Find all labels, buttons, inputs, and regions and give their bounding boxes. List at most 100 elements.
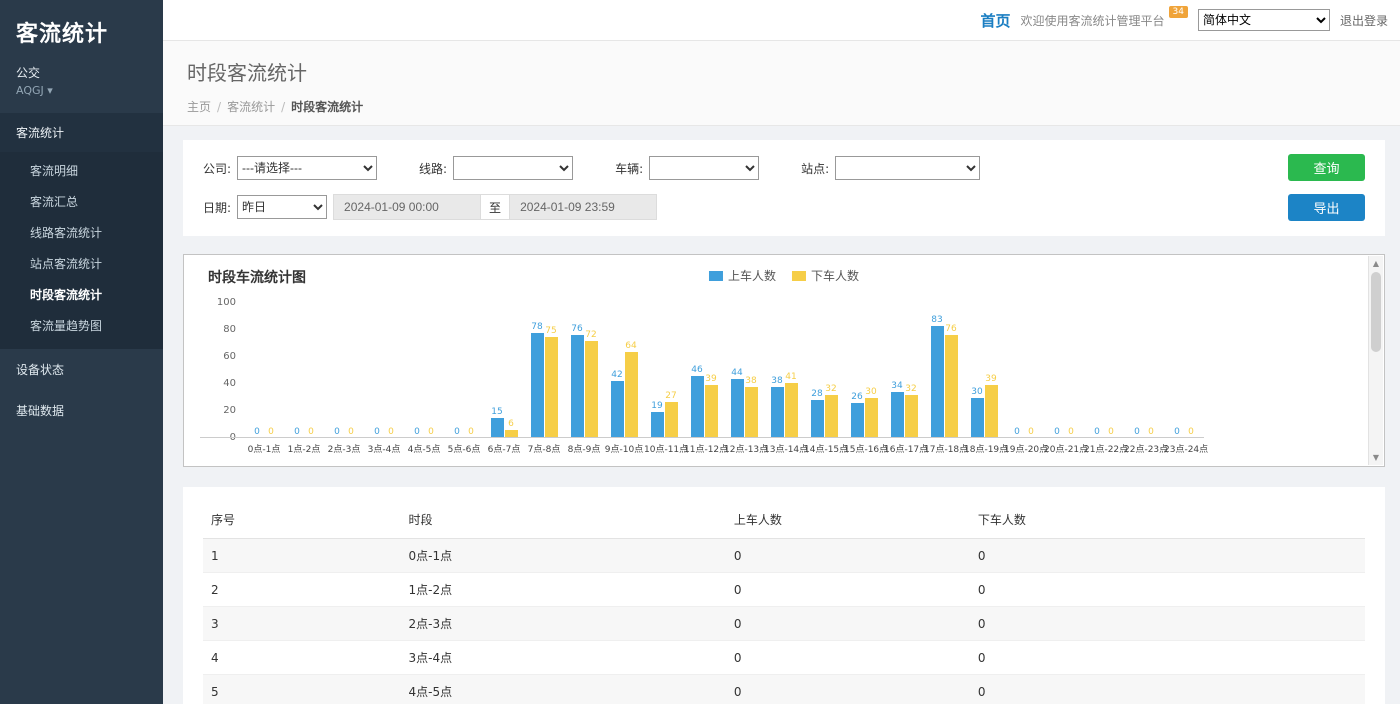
table-cell: 0 bbox=[726, 607, 970, 641]
station-label: 站点: bbox=[801, 160, 829, 177]
date-to-input[interactable] bbox=[509, 194, 657, 220]
bar[interactable] bbox=[531, 333, 544, 438]
table-header-period: 时段 bbox=[401, 501, 726, 539]
scroll-down-icon[interactable]: ▼ bbox=[1369, 450, 1383, 465]
y-tick-label: 60 bbox=[223, 351, 236, 362]
bar-value-label: 0 bbox=[294, 428, 300, 437]
query-button[interactable]: 查询 bbox=[1288, 154, 1365, 181]
bar[interactable] bbox=[905, 395, 918, 438]
org-code-dropdown[interactable]: AQGJ ▾ bbox=[0, 81, 163, 113]
company-select[interactable]: ---请选择--- bbox=[237, 156, 377, 180]
sidebar-item-station-flow-stats[interactable]: 站点客流统计 bbox=[0, 248, 163, 279]
chart-scrollbar[interactable]: ▲ ▼ bbox=[1368, 256, 1383, 465]
table-header-alighting: 下车人数 bbox=[970, 501, 1365, 539]
content-area: 公司: ---请选择--- 线路: 车辆: 站点: bbox=[163, 126, 1400, 704]
x-axis-label: 8点-9点 bbox=[564, 438, 604, 454]
date-preset-select[interactable]: 昨日 bbox=[237, 195, 327, 219]
bar-group: 1566点-7点 bbox=[484, 303, 524, 454]
y-tick-label: 40 bbox=[223, 378, 236, 389]
scroll-up-icon[interactable]: ▲ bbox=[1369, 256, 1383, 271]
sidebar-item-device-status[interactable]: 设备状态 bbox=[0, 349, 163, 390]
vehicle-select[interactable] bbox=[649, 156, 759, 180]
sidebar-item-flow-detail[interactable]: 客流明细 bbox=[0, 155, 163, 186]
stats-table: 序号 时段 上车人数 下车人数 10点-1点00 21点-2点00 32点-3点… bbox=[203, 501, 1365, 704]
legend-item[interactable]: 下车人数 bbox=[792, 267, 859, 284]
table-row: 54点-5点00 bbox=[203, 675, 1365, 704]
bar-value-label: 42 bbox=[611, 371, 622, 380]
home-link[interactable]: 首页 bbox=[981, 10, 1011, 31]
table-row: 21点-2点00 bbox=[203, 573, 1365, 607]
breadcrumb-separator: / bbox=[281, 100, 285, 114]
legend-swatch bbox=[792, 271, 806, 281]
bar[interactable] bbox=[691, 376, 704, 438]
breadcrumb: 主页/客流统计/时段客流统计 bbox=[187, 98, 1376, 115]
logout-link[interactable]: 退出登录 bbox=[1340, 12, 1388, 29]
bar[interactable] bbox=[811, 400, 824, 438]
bar[interactable] bbox=[771, 387, 784, 438]
bar-group: 76728点-9点 bbox=[564, 303, 604, 454]
station-select[interactable] bbox=[835, 156, 980, 180]
bar[interactable] bbox=[705, 385, 718, 438]
vehicle-label: 车辆: bbox=[615, 160, 643, 177]
x-axis-label: 14点-15点 bbox=[804, 438, 844, 454]
bar[interactable] bbox=[545, 337, 558, 438]
bar-value-label: 0 bbox=[348, 428, 354, 437]
table-cell: 2点-3点 bbox=[401, 607, 726, 641]
sidebar-section-passenger-flow[interactable]: 客流统计 bbox=[0, 113, 163, 152]
sidebar-item-period-flow-stats[interactable]: 时段客流统计 bbox=[0, 279, 163, 310]
bar-value-label: 44 bbox=[731, 369, 742, 378]
bar-group: 005点-6点 bbox=[444, 303, 484, 454]
bar[interactable] bbox=[971, 398, 984, 439]
export-button[interactable]: 导出 bbox=[1288, 194, 1365, 221]
bar-value-label: 76 bbox=[571, 325, 582, 334]
x-axis-label: 12点-13点 bbox=[724, 438, 764, 454]
bar[interactable] bbox=[651, 412, 664, 438]
bar[interactable] bbox=[785, 383, 798, 438]
bar[interactable] bbox=[585, 341, 598, 438]
bar-group: 000点-1点 bbox=[244, 303, 284, 454]
line-select[interactable] bbox=[453, 156, 573, 180]
bar[interactable] bbox=[931, 326, 944, 438]
sidebar-item-flow-summary[interactable]: 客流汇总 bbox=[0, 186, 163, 217]
table-cell: 5 bbox=[203, 675, 401, 704]
date-from-input[interactable] bbox=[333, 194, 481, 220]
vehicle-field: 车辆: bbox=[615, 156, 759, 180]
bar[interactable] bbox=[625, 352, 638, 438]
bar-group: 002点-3点 bbox=[324, 303, 364, 454]
bar-value-label: 0 bbox=[428, 428, 434, 437]
breadcrumb-flow-stats[interactable]: 客流统计 bbox=[227, 100, 275, 114]
x-axis-label: 15点-16点 bbox=[844, 438, 884, 454]
bar[interactable] bbox=[865, 398, 878, 439]
sidebar-item-flow-trend-chart[interactable]: 客流量趋势图 bbox=[0, 310, 163, 341]
breadcrumb-home[interactable]: 主页 bbox=[187, 100, 211, 114]
table-cell: 3 bbox=[203, 607, 401, 641]
bar[interactable] bbox=[825, 395, 838, 438]
bar[interactable] bbox=[505, 430, 518, 438]
scrollbar-thumb[interactable] bbox=[1371, 272, 1381, 352]
bar[interactable] bbox=[731, 379, 744, 438]
bar[interactable] bbox=[985, 385, 998, 438]
bar[interactable] bbox=[891, 392, 904, 438]
bar-value-label: 0 bbox=[254, 428, 260, 437]
bar[interactable] bbox=[611, 381, 624, 438]
sidebar-item-base-data[interactable]: 基础数据 bbox=[0, 390, 163, 431]
bar[interactable] bbox=[745, 387, 758, 438]
bar[interactable] bbox=[491, 418, 504, 438]
table-row: 32点-3点00 bbox=[203, 607, 1365, 641]
bar[interactable] bbox=[851, 403, 864, 438]
y-tick-label: 80 bbox=[223, 324, 236, 335]
bar-value-label: 30 bbox=[865, 388, 876, 397]
legend-item[interactable]: 上车人数 bbox=[709, 267, 776, 284]
bar-group: 0020点-21点 bbox=[1044, 303, 1084, 454]
notification-badge[interactable]: 34 bbox=[1169, 6, 1188, 18]
bar[interactable] bbox=[665, 402, 678, 438]
bar[interactable] bbox=[571, 335, 584, 438]
bar-value-label: 0 bbox=[1148, 428, 1154, 437]
sidebar-item-line-flow-stats[interactable]: 线路客流统计 bbox=[0, 217, 163, 248]
main-column: 首页 欢迎使用客流统计管理平台 34 简体中文 退出登录 时段客流统计 主页/客… bbox=[163, 0, 1400, 704]
bar[interactable] bbox=[945, 335, 958, 438]
x-axis-label: 17点-18点 bbox=[924, 438, 964, 454]
language-select[interactable]: 简体中文 bbox=[1198, 9, 1330, 31]
line-field: 线路: bbox=[419, 156, 573, 180]
bar-value-label: 27 bbox=[665, 392, 676, 401]
